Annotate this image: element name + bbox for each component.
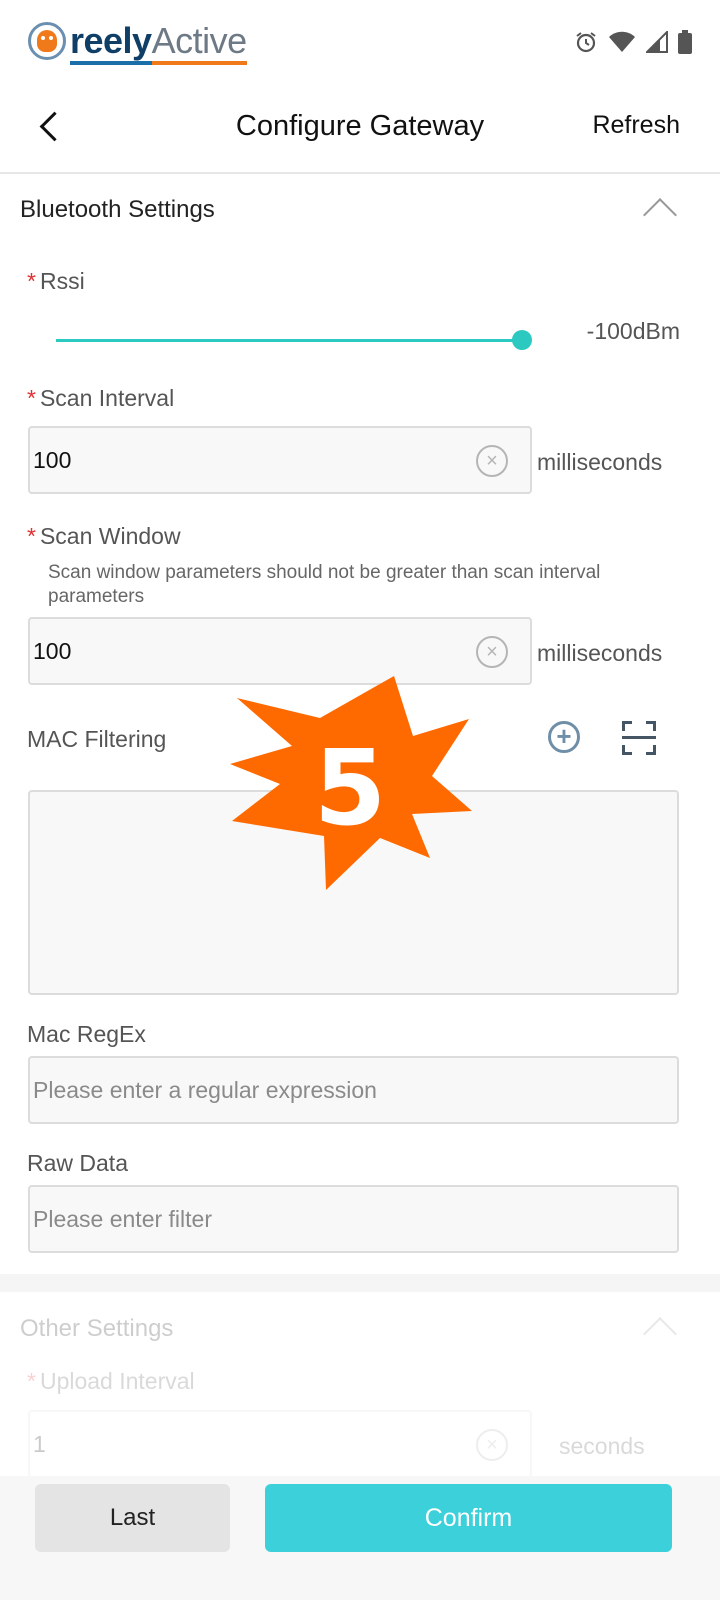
mac-regex-input[interactable]: Please enter a regular expression [28,1056,679,1124]
upload-interval-label-text: Upload Interval [39,1368,195,1394]
mac-regex-placeholder: Please enter a regular expression [33,1076,377,1103]
raw-data-input[interactable]: Please enter filter [28,1185,679,1253]
clear-upload-interval-icon[interactable]: × [476,1429,508,1461]
upload-interval-input[interactable]: 1 × [28,1410,532,1478]
rssi-slider-track[interactable] [56,339,522,342]
status-bar: reelyActive [0,0,720,84]
scan-qr-icon[interactable] [622,721,656,755]
add-mac-plus-icon[interactable]: + [548,721,580,753]
starburst-badge: 5 [230,676,472,890]
scan-window-unit: milliseconds [537,640,663,666]
bluetooth-settings-title: Bluetooth Settings [20,196,215,223]
scan-window-value: 100 [33,637,72,664]
rssi-value: -100dBm [586,318,680,344]
upload-interval-value: 1 [33,1430,46,1457]
reelyactive-logo: reelyActive [28,20,247,65]
scan-interval-unit: milliseconds [537,449,663,475]
scan-window-label-text: Scan Window [39,523,181,549]
mac-regex-label: Mac RegEx [27,1021,146,1047]
scan-interval-label-text: Scan Interval [39,385,175,411]
logo-text-light: Active [151,20,247,65]
rssi-label: * Rssi [27,268,85,295]
scan-window-hint: Scan window parameters should not be gre… [48,562,601,607]
status-icons [574,29,692,59]
logo-text: reelyActive [70,20,247,65]
scan-interval-input[interactable]: 100 × [28,426,532,494]
owl-logo-icon [28,22,66,60]
scan-window-label: * Scan Window [27,523,181,550]
clear-scan-interval-icon[interactable]: × [476,445,508,477]
confirm-button[interactable]: Confirm [265,1484,672,1552]
scan-window-input[interactable]: 100 × [28,617,532,685]
clear-scan-window-icon[interactable]: × [476,636,508,668]
refresh-button[interactable]: Refresh [592,111,680,140]
scan-interval-value: 100 [33,446,72,473]
required-asterisk: * [27,268,36,294]
required-asterisk: * [27,523,36,549]
upload-interval-unit: seconds [559,1433,645,1459]
footer-bar: Last Confirm [0,1476,720,1600]
collapse-bluetooth-chevron-up-icon[interactable] [643,198,677,232]
wifi-icon [608,31,636,58]
alarm-icon [574,30,598,59]
section-divider [0,1274,720,1292]
signal-icon [644,29,668,58]
badge-number: 5 [314,727,386,849]
scan-interval-label: * Scan Interval [27,385,174,412]
upload-interval-label: * Upload Interval [27,1368,195,1395]
collapse-other-chevron-up-icon[interactable] [643,1317,677,1351]
logo-text-bold: reely [70,20,152,65]
other-settings-title: Other Settings [20,1315,174,1342]
required-asterisk: * [27,385,36,411]
rssi-slider-handle[interactable] [512,330,532,350]
required-asterisk: * [27,1368,36,1394]
mac-filtering-label: MAC Filtering [27,726,167,752]
rssi-label-text: Rssi [39,268,85,294]
last-button[interactable]: Last [35,1484,230,1552]
battery-icon [678,30,692,59]
raw-data-label: Raw Data [27,1150,128,1176]
app-header: Configure Gateway Refresh [0,84,720,174]
raw-data-placeholder: Please enter filter [33,1205,212,1232]
